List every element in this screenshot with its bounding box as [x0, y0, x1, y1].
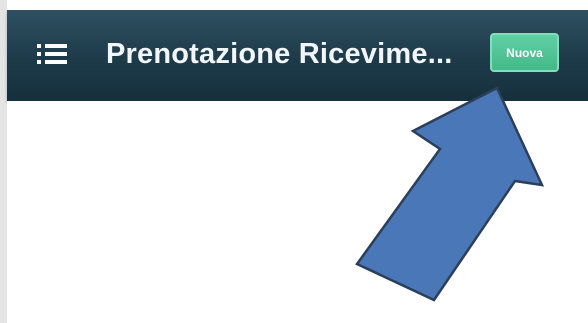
page-title: Prenotazione Ricevime... — [106, 38, 453, 70]
app-screen: Prenotazione Ricevime... Nuova — [0, 0, 588, 323]
new-button[interactable]: Nuova — [490, 33, 559, 72]
hamburger-menu-icon[interactable] — [35, 40, 69, 68]
window-left-edge — [0, 0, 7, 323]
main-content-area — [7, 101, 588, 323]
top-navigation-bar: Prenotazione Ricevime... Nuova — [7, 10, 588, 101]
